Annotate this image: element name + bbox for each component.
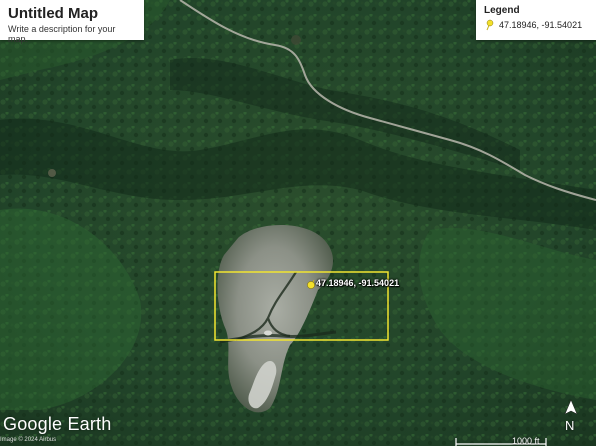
map-title-card[interactable]: Untitled Map Write a description for you… [0, 0, 144, 44]
legend-panel: Legend 47.18946, -91.54021 [476, 0, 596, 40]
satellite-map[interactable] [0, 0, 596, 446]
imagery-credit: Image © 2024 Airbus [0, 437, 57, 443]
pushpin-icon [486, 19, 494, 31]
legend-item[interactable]: 47.18946, -91.54021 [484, 19, 588, 31]
legend-item-label: 47.18946, -91.54021 [499, 20, 583, 30]
placemark-label[interactable]: 47.18946, -91.54021 [316, 278, 399, 288]
map-description[interactable]: Write a description for your map. [8, 24, 136, 44]
google-earth-logo: Google Earth [3, 414, 112, 434]
clearing-spot [48, 169, 56, 177]
compass-label: N [565, 418, 575, 433]
scale-bar-label: 1000 ft [512, 436, 540, 446]
map-title[interactable]: Untitled Map [8, 5, 136, 22]
pond-small [264, 330, 272, 336]
clearing-spot [291, 35, 301, 45]
legend-title: Legend [484, 5, 520, 16]
